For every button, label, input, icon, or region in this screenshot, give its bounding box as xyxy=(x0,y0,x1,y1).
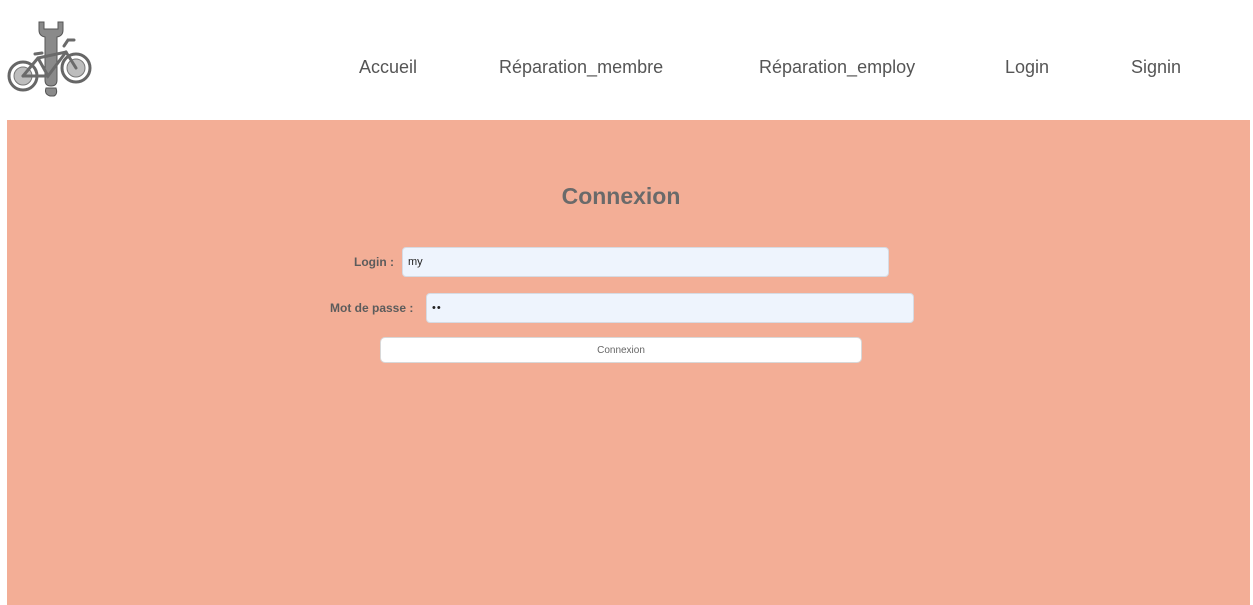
nav-reparation-membre[interactable]: Réparation_membre xyxy=(499,57,663,78)
password-input[interactable] xyxy=(426,293,914,323)
nav-reparation-employ[interactable]: Réparation_employ xyxy=(759,57,915,78)
login-label: Login : xyxy=(354,255,394,269)
password-label: Mot de passe : xyxy=(330,301,414,315)
nav-signin[interactable]: Signin xyxy=(1131,57,1181,78)
bicycle-wrench-logo-icon[interactable] xyxy=(6,18,96,98)
login-section: Connexion Login : Mot de passe : Connexi… xyxy=(7,120,1250,605)
page-title: Connexion xyxy=(561,183,681,209)
nav-accueil[interactable]: Accueil xyxy=(359,57,417,78)
site-header: Accueil Réparation_membre Réparation_emp… xyxy=(0,0,1253,120)
connexion-button[interactable]: Connexion xyxy=(380,337,862,363)
login-input[interactable] xyxy=(402,247,889,277)
nav-login[interactable]: Login xyxy=(1005,57,1049,78)
